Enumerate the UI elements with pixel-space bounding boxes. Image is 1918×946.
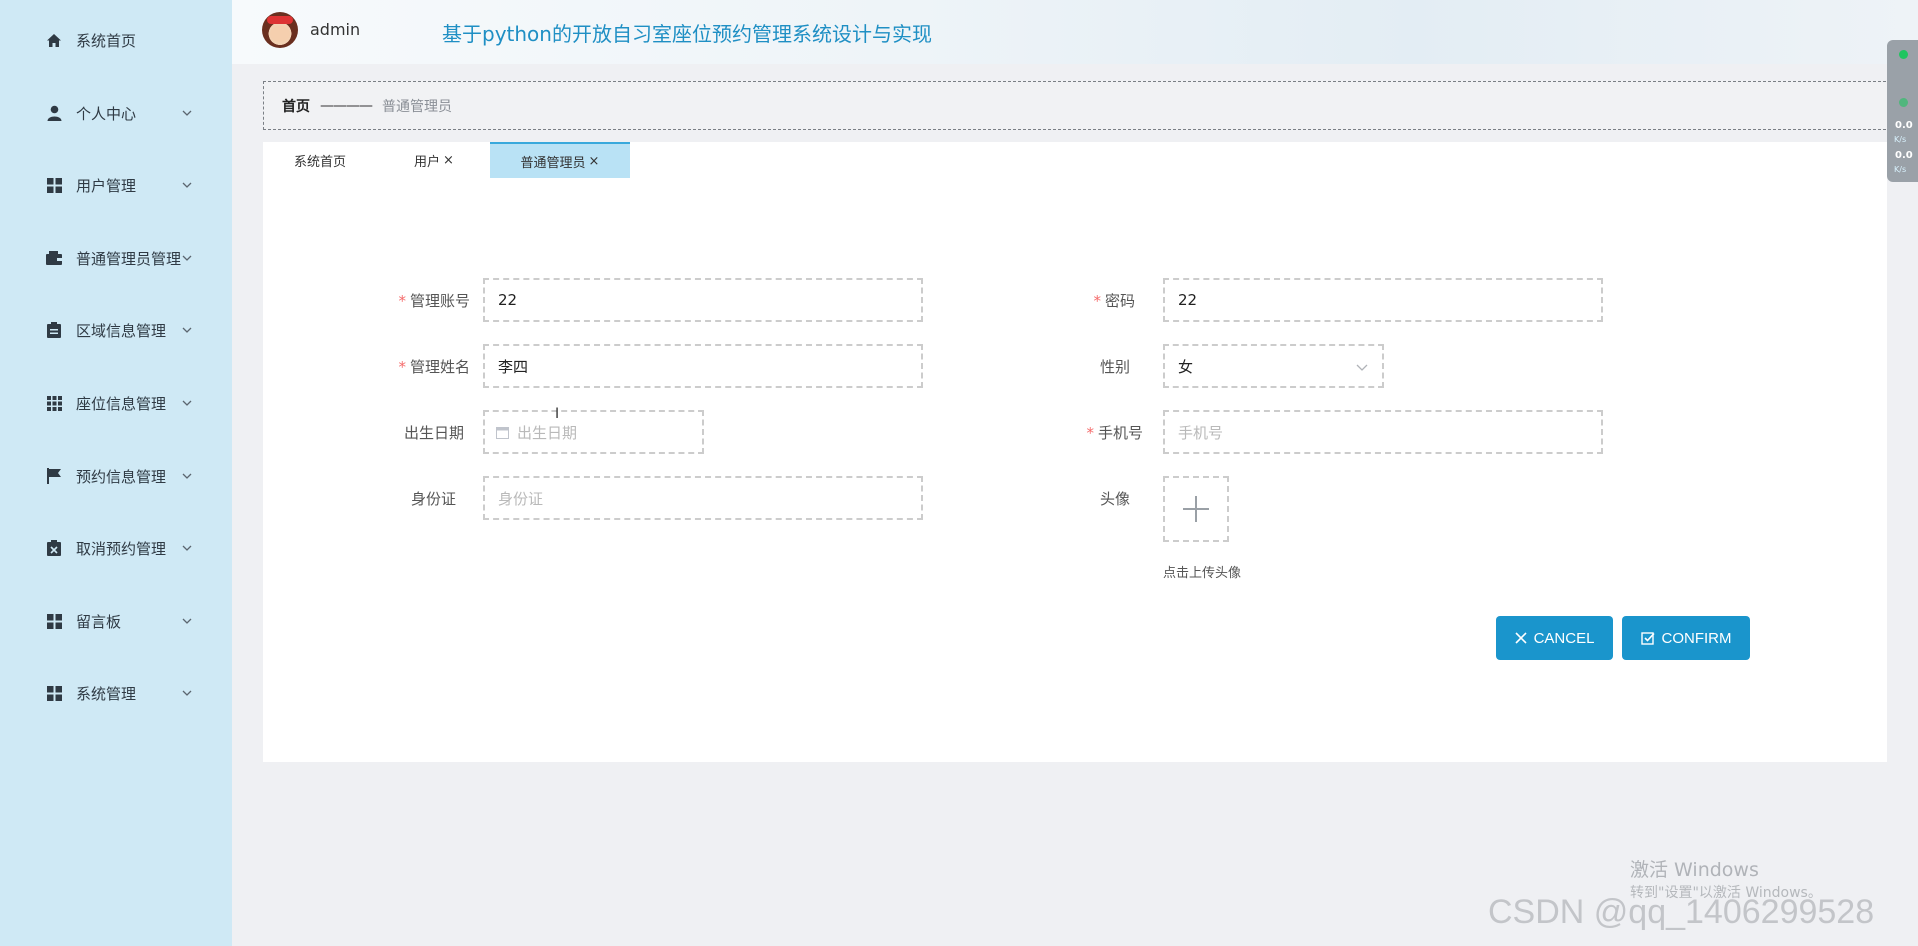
gender-select[interactable]: 女: [1163, 344, 1384, 388]
grid-icon: [45, 176, 63, 194]
birthday-datepicker[interactable]: 出生日期: [483, 410, 704, 454]
id-card-input[interactable]: 身份证: [483, 476, 923, 520]
download-speed: 0.0: [1895, 150, 1913, 161]
breadcrumb: 首页 ———— 普通管理员: [263, 81, 1891, 130]
chevron-down-icon: [182, 400, 192, 406]
tab-label: 系统首页: [293, 154, 346, 170]
sidebar-item-label: 用户管理: [76, 176, 137, 195]
plus-icon: [1183, 496, 1209, 522]
account-input[interactable]: 22: [483, 278, 923, 322]
avatar-upload[interactable]: [1163, 476, 1229, 542]
flag-icon: [45, 467, 63, 485]
sidebar-item-admin-management[interactable]: 普通管理员管理: [0, 238, 232, 278]
sidebar-item-label: 座位信息管理: [76, 394, 167, 413]
sidebar: 系统首页 个人中心 用户管理 普通管理员管理 区域信息管理 座位信息管理 预约信…: [0, 0, 232, 946]
tab-label: 普通管理员: [520, 155, 586, 171]
cancel-label: CANCEL: [1533, 629, 1595, 647]
grid-icon: [45, 684, 63, 702]
chevron-down-icon: [182, 110, 192, 116]
sidebar-item-label: 系统首页: [76, 31, 137, 50]
sidebar-item-user-management[interactable]: 用户管理: [0, 165, 232, 205]
grid-icon: [45, 612, 63, 630]
windows-activation-title: 激活 Windows: [1630, 859, 1759, 881]
clipboard-icon: [45, 321, 63, 339]
phone-label: * 手机号: [1086, 424, 1143, 442]
avatar-upload-hint: 点击上传头像: [1163, 566, 1242, 581]
breadcrumb-home[interactable]: 首页: [282, 96, 310, 116]
sidebar-item-label: 取消预约管理: [76, 539, 167, 558]
gender-label: 性别: [1099, 358, 1130, 376]
sidebar-item-label: 个人中心: [76, 104, 137, 123]
tab-close-icon[interactable]: ×: [589, 154, 600, 169]
gender-value: 女: [1178, 357, 1194, 376]
cancel-button[interactable]: CANCEL: [1496, 616, 1613, 660]
sidebar-item-reservation-management[interactable]: 预约信息管理: [0, 456, 232, 496]
confirm-label: CONFIRM: [1661, 629, 1732, 647]
password-input[interactable]: 22: [1163, 278, 1603, 322]
sidebar-item-personal-center[interactable]: 个人中心: [0, 93, 232, 133]
sidebar-item-label: 预约信息管理: [76, 467, 167, 486]
breadcrumb-separator: ————: [320, 97, 373, 114]
close-icon: [1514, 632, 1527, 644]
id-card-label: 身份证: [410, 490, 456, 508]
chevron-down-icon: [182, 545, 192, 551]
chevron-down-icon: [182, 618, 192, 624]
chevron-down-icon: [182, 473, 192, 479]
birthday-label: 出生日期: [403, 424, 464, 442]
confirm-button[interactable]: CONFIRM: [1622, 616, 1750, 660]
phone-input[interactable]: 手机号: [1163, 410, 1603, 454]
csdn-watermark: CSDN @qq_1406299528: [1488, 893, 1875, 931]
tab-close-icon[interactable]: ×: [443, 153, 454, 168]
avatar[interactable]: [262, 12, 298, 48]
calendar-icon: [496, 426, 509, 439]
tab-label: 用户: [414, 154, 441, 170]
chevron-down-icon: [182, 690, 192, 696]
sidebar-item-seat-management[interactable]: 座位信息管理: [0, 383, 232, 423]
status-dot-icon: [1899, 98, 1908, 107]
name-input[interactable]: 李四: [483, 344, 923, 388]
edit-check-icon: [1640, 631, 1655, 645]
chevron-down-icon: [182, 327, 192, 333]
status-dot-icon: [1899, 50, 1908, 59]
sidebar-item-label: 留言板: [76, 612, 122, 631]
birthday-placeholder: 出生日期: [517, 423, 578, 442]
text-cursor-icon: I: [555, 406, 560, 422]
tab-admin[interactable]: 普通管理员 ×: [490, 142, 630, 178]
chevron-down-icon: [182, 182, 192, 188]
sidebar-item-home[interactable]: 系统首页: [0, 20, 232, 60]
username[interactable]: admin: [310, 20, 360, 39]
password-label: * 密码: [1093, 292, 1135, 310]
name-label: * 管理姓名: [398, 358, 470, 376]
sidebar-item-label: 普通管理员管理: [76, 249, 182, 268]
tab-home[interactable]: 系统首页: [263, 142, 377, 178]
sidebar-item-message-board[interactable]: 留言板: [0, 601, 232, 641]
sidebar-item-label: 区域信息管理: [76, 321, 167, 340]
sidebar-item-label: 系统管理: [76, 684, 137, 703]
chevron-down-icon: [182, 255, 192, 261]
tab-user[interactable]: 用户 ×: [377, 142, 491, 178]
network-speed-widget[interactable]: 0.0 K/s 0.0 K/s: [1887, 40, 1918, 182]
upload-unit: K/s: [1894, 135, 1907, 144]
apps-icon: [45, 394, 63, 412]
avatar-label: 头像: [1099, 490, 1130, 508]
upload-speed: 0.0: [1895, 120, 1913, 131]
user-icon: [45, 104, 63, 122]
wallet-icon: [45, 249, 63, 267]
cancel-clipboard-icon: [45, 539, 63, 557]
breadcrumb-current: 普通管理员: [382, 98, 452, 115]
download-unit: K/s: [1894, 165, 1907, 174]
page-title: 基于python的开放自习室座位预约管理系统设计与实现: [442, 22, 932, 46]
sidebar-item-system-management[interactable]: 系统管理: [0, 673, 232, 713]
sidebar-item-cancel-reservation[interactable]: 取消预约管理: [0, 528, 232, 568]
sidebar-item-area-management[interactable]: 区域信息管理: [0, 310, 232, 350]
account-label: * 管理账号: [398, 292, 470, 310]
chevron-down-icon: [1356, 364, 1368, 371]
home-icon: [45, 31, 63, 49]
